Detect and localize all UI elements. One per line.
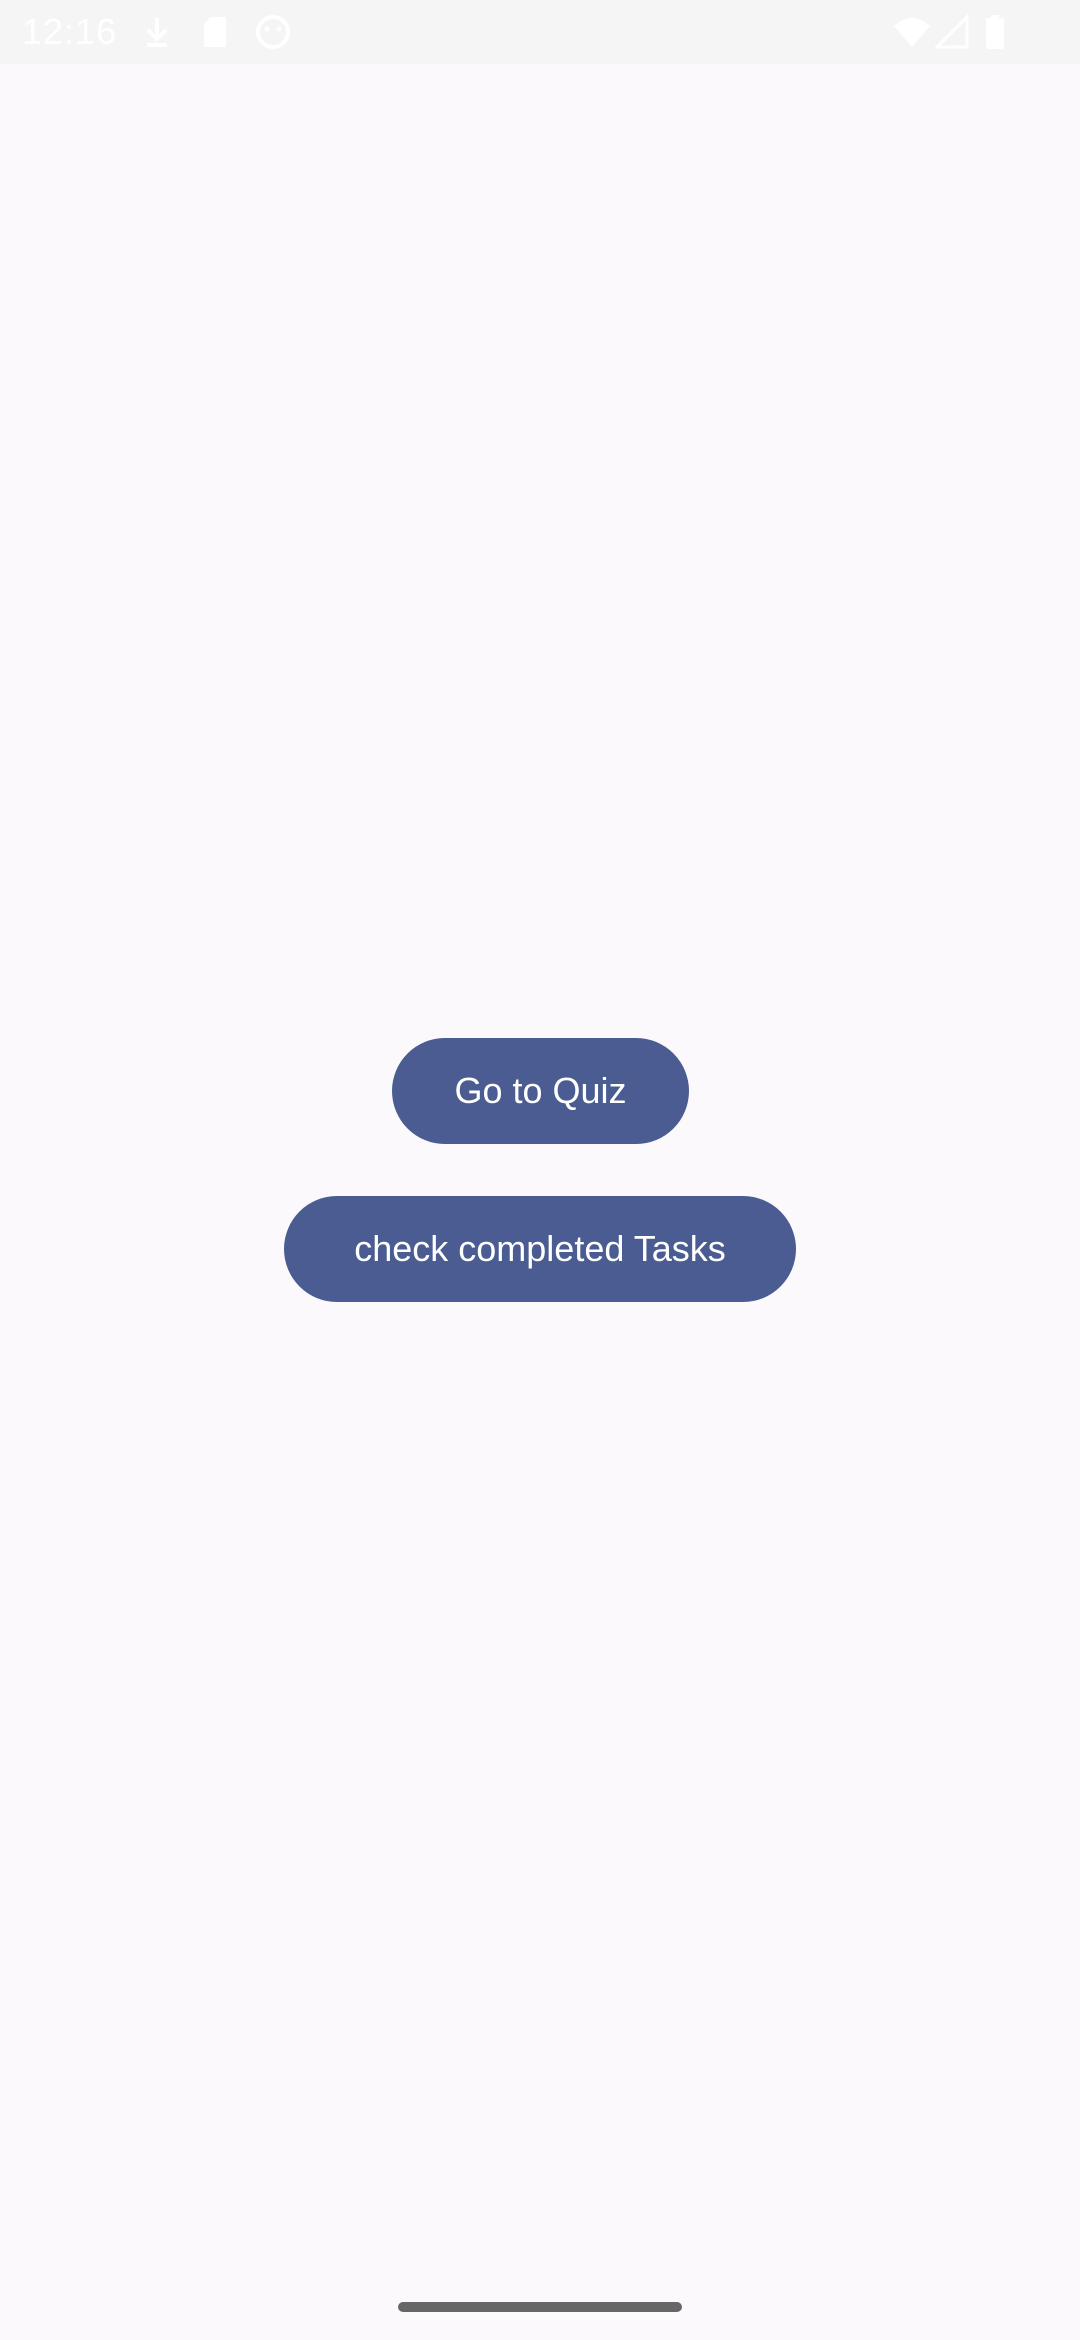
face-icon — [256, 15, 290, 49]
status-time: 12:16 — [22, 11, 118, 52]
sd-card-icon — [204, 17, 226, 47]
signal-icon — [935, 14, 969, 49]
wifi-icon — [894, 18, 930, 47]
gesture-nav-handle[interactable] — [398, 2302, 682, 2312]
check-completed-tasks-button[interactable]: check completed Tasks — [284, 1196, 796, 1302]
go-to-quiz-button[interactable]: Go to Quiz — [392, 1038, 689, 1144]
check-completed-tasks-label: check completed Tasks — [354, 1228, 726, 1269]
battery-icon — [986, 15, 1004, 49]
go-to-quiz-label: Go to Quiz — [454, 1070, 627, 1111]
download-icon — [146, 18, 168, 47]
status-bar: 12:16 — [0, 0, 1080, 64]
